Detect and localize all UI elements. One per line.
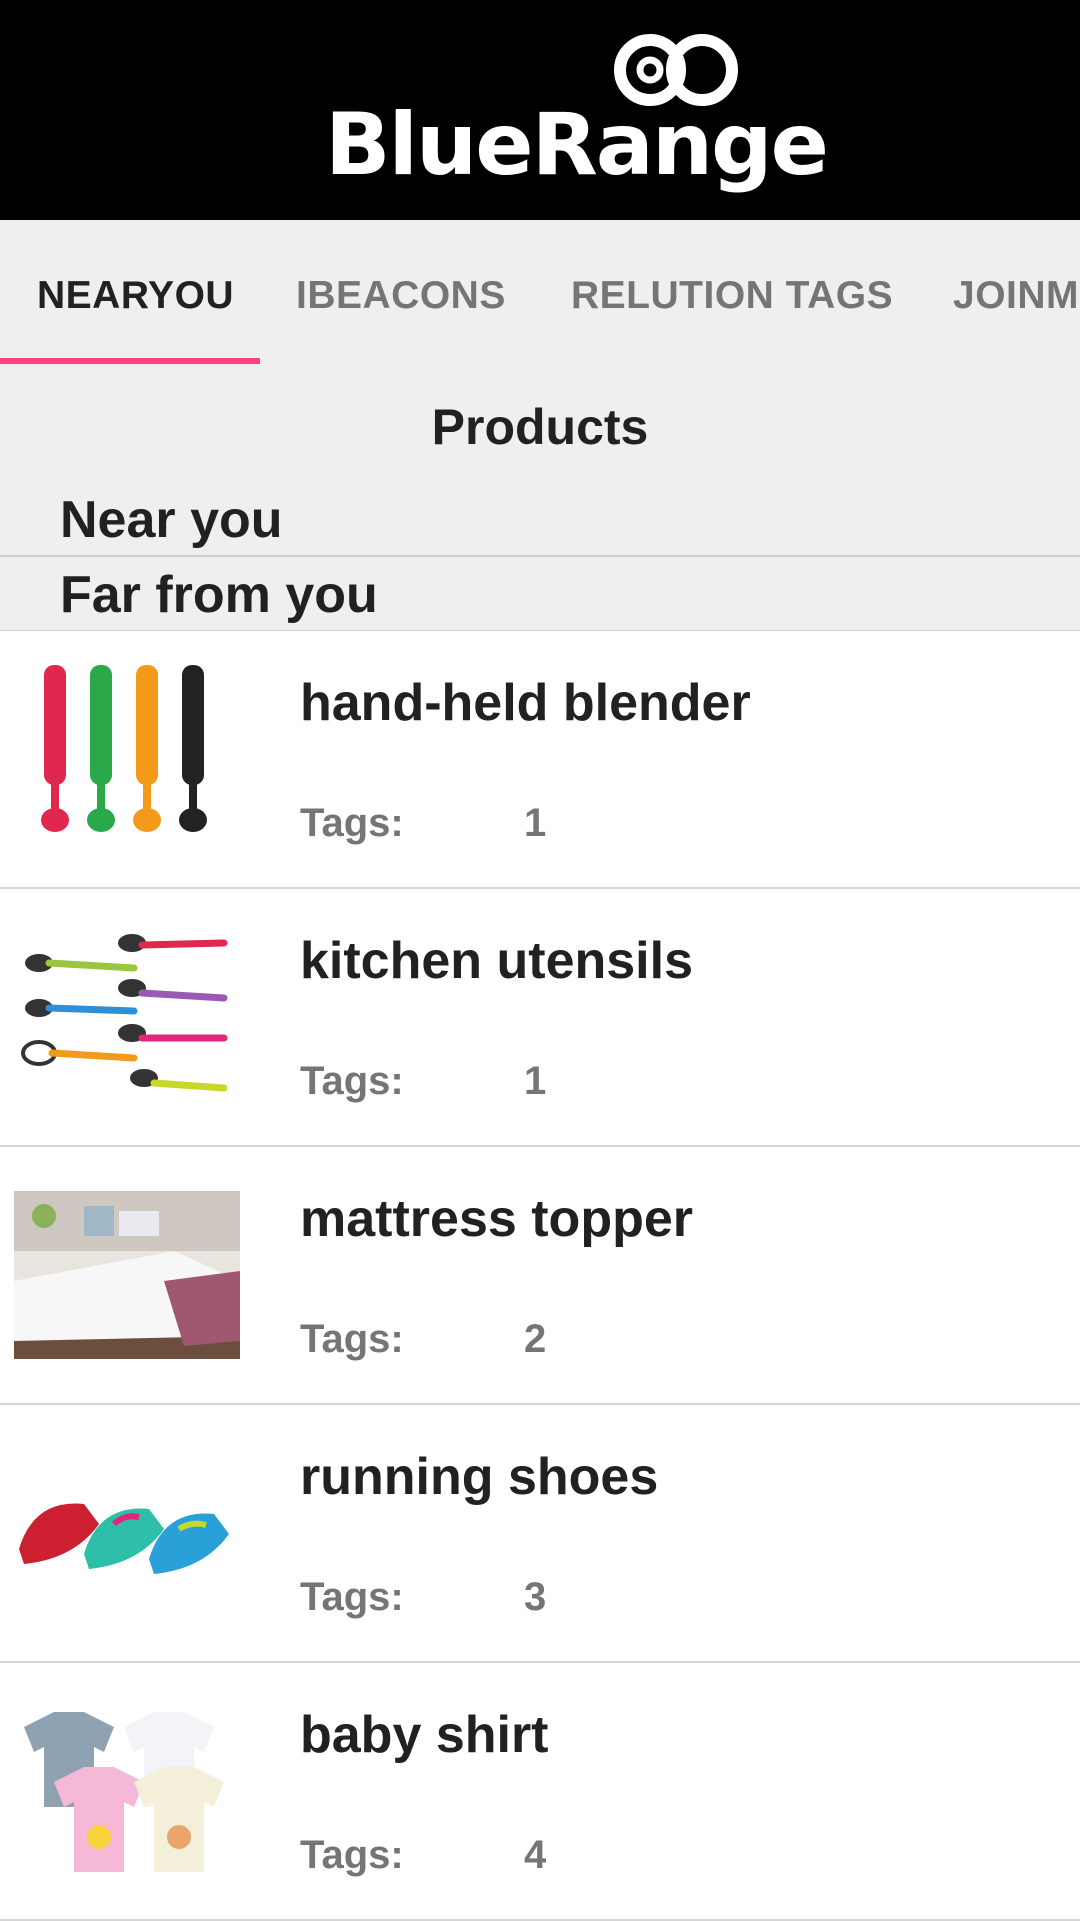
active-tab-indicator	[0, 358, 260, 364]
blender-image	[41, 665, 207, 832]
shoes-image	[19, 1503, 229, 1574]
far-from-you-header[interactable]: Far from you	[60, 565, 378, 625]
list-item[interactable]: kitchen utensils Tags: 1	[0, 889, 1080, 1147]
tab-nearyou[interactable]: NEARYOU	[37, 220, 234, 365]
tags-label: Tags:	[300, 1575, 404, 1619]
mattress-image	[14, 1191, 240, 1359]
section-title: Products	[431, 399, 649, 455]
brand-logo-text: BlueRange	[325, 95, 829, 195]
tags-count: 2	[524, 1317, 547, 1361]
tags-count: 1	[524, 801, 547, 845]
tags-count: 4	[524, 1833, 547, 1877]
tags-count: 1	[524, 1059, 547, 1103]
list-item[interactable]: baby shirt Tags: 4	[0, 1663, 1080, 1921]
divider	[0, 555, 1080, 557]
shirt-image	[24, 1712, 224, 1872]
list-item[interactable]: hand-held blender Tags: 1	[0, 631, 1080, 889]
tab-bar: NEARYOU IBEACONS RELUTION TAGS JOINM	[0, 220, 1080, 365]
product-name: baby shirt	[300, 1706, 549, 1764]
product-list: hand-held blender Tags: 1 kitchen utensi…	[0, 631, 1080, 1921]
tab-joinme[interactable]: JOINM	[953, 220, 1079, 365]
tab-relution-tags[interactable]: RELUTION TAGS	[571, 220, 893, 365]
tags-count: 3	[524, 1575, 547, 1619]
product-name: mattress topper	[300, 1190, 693, 1248]
utensils-image	[21, 934, 228, 1092]
app-header: BlueRange	[0, 0, 1080, 220]
list-item[interactable]: mattress topper Tags: 2	[0, 1147, 1080, 1405]
tags-label: Tags:	[300, 1833, 404, 1877]
product-name: kitchen utensils	[300, 932, 693, 990]
tags-label: Tags:	[300, 1317, 404, 1361]
product-name: hand-held blender	[300, 674, 751, 732]
product-name: running shoes	[300, 1448, 659, 1506]
tags-label: Tags:	[300, 801, 404, 845]
near-you-header[interactable]: Near you	[60, 490, 283, 550]
list-item[interactable]: running shoes Tags: 3	[0, 1405, 1080, 1663]
tags-label: Tags:	[300, 1059, 404, 1103]
tab-ibeacons[interactable]: IBEACONS	[296, 220, 506, 365]
